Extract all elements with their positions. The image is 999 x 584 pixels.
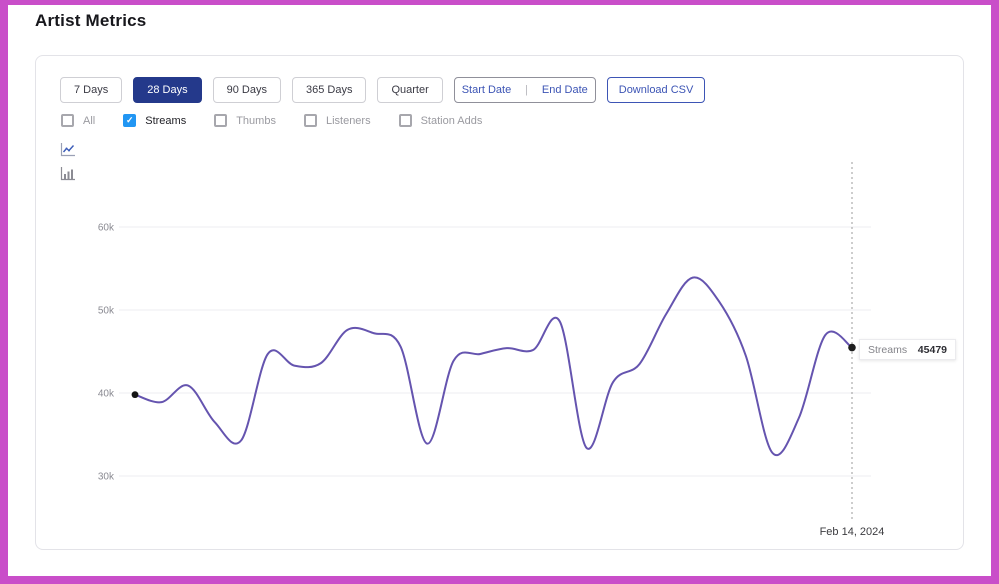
range-button-365-days[interactable]: 365 Days xyxy=(292,77,366,103)
checkbox-streams[interactable] xyxy=(123,114,136,127)
checkbox-thumbs[interactable] xyxy=(214,114,227,127)
filter-thumbs-label: Thumbs xyxy=(236,115,276,127)
range-button-quarter[interactable]: Quarter xyxy=(377,77,442,103)
metrics-card: 7 Days 28 Days 90 Days 365 Days Quarter … xyxy=(35,55,964,550)
filter-listeners-label: Listeners xyxy=(326,115,371,127)
page-title: Artist Metrics xyxy=(35,11,146,31)
bar-chart-icon[interactable] xyxy=(60,166,76,181)
checkbox-all[interactable] xyxy=(61,114,74,127)
filter-station-adds[interactable]: Station Adds xyxy=(399,114,483,127)
date-range-separator: | xyxy=(525,84,528,96)
filter-streams-label: Streams xyxy=(145,115,186,127)
svg-text:30k: 30k xyxy=(98,472,115,483)
checkbox-station-adds[interactable] xyxy=(399,114,412,127)
svg-text:Feb 14, 2024: Feb 14, 2024 xyxy=(820,526,885,538)
filter-listeners[interactable]: Listeners xyxy=(304,114,371,127)
metric-filters: All Streams Thumbs Listeners Station Add… xyxy=(61,114,482,127)
tooltip-value: 45479 xyxy=(918,344,947,356)
toolbar: 7 Days 28 Days 90 Days 365 Days Quarter … xyxy=(60,77,705,103)
tooltip-series-label: Streams xyxy=(868,344,907,356)
range-button-7-days[interactable]: 7 Days xyxy=(60,77,122,103)
svg-text:50k: 50k xyxy=(98,306,115,317)
date-range-picker[interactable]: Start Date | End Date xyxy=(454,77,596,103)
filter-all[interactable]: All xyxy=(61,114,95,127)
chart-type-toggles xyxy=(60,142,76,181)
chart-tooltip: Streams 45479 xyxy=(859,339,956,360)
filter-thumbs[interactable]: Thumbs xyxy=(214,114,276,127)
line-chart-icon[interactable] xyxy=(60,142,76,157)
filter-station-adds-label: Station Adds xyxy=(421,115,483,127)
filter-streams[interactable]: Streams xyxy=(123,114,186,127)
artist-metrics-page: { "page": { "title": "Artist Metrics" },… xyxy=(0,0,999,584)
range-button-28-days[interactable]: 28 Days xyxy=(133,77,201,103)
download-csv-button[interactable]: Download CSV xyxy=(607,77,706,103)
end-date-field[interactable]: End Date xyxy=(542,84,588,96)
svg-text:60k: 60k xyxy=(98,223,115,234)
streams-line-chart[interactable]: 60k 50k 40k 30k Feb 14, 2024 xyxy=(76,156,936,548)
svg-text:40k: 40k xyxy=(98,389,115,400)
range-button-90-days[interactable]: 90 Days xyxy=(213,77,281,103)
filter-all-label: All xyxy=(83,115,95,127)
checkbox-listeners[interactable] xyxy=(304,114,317,127)
start-date-field[interactable]: Start Date xyxy=(462,84,512,96)
